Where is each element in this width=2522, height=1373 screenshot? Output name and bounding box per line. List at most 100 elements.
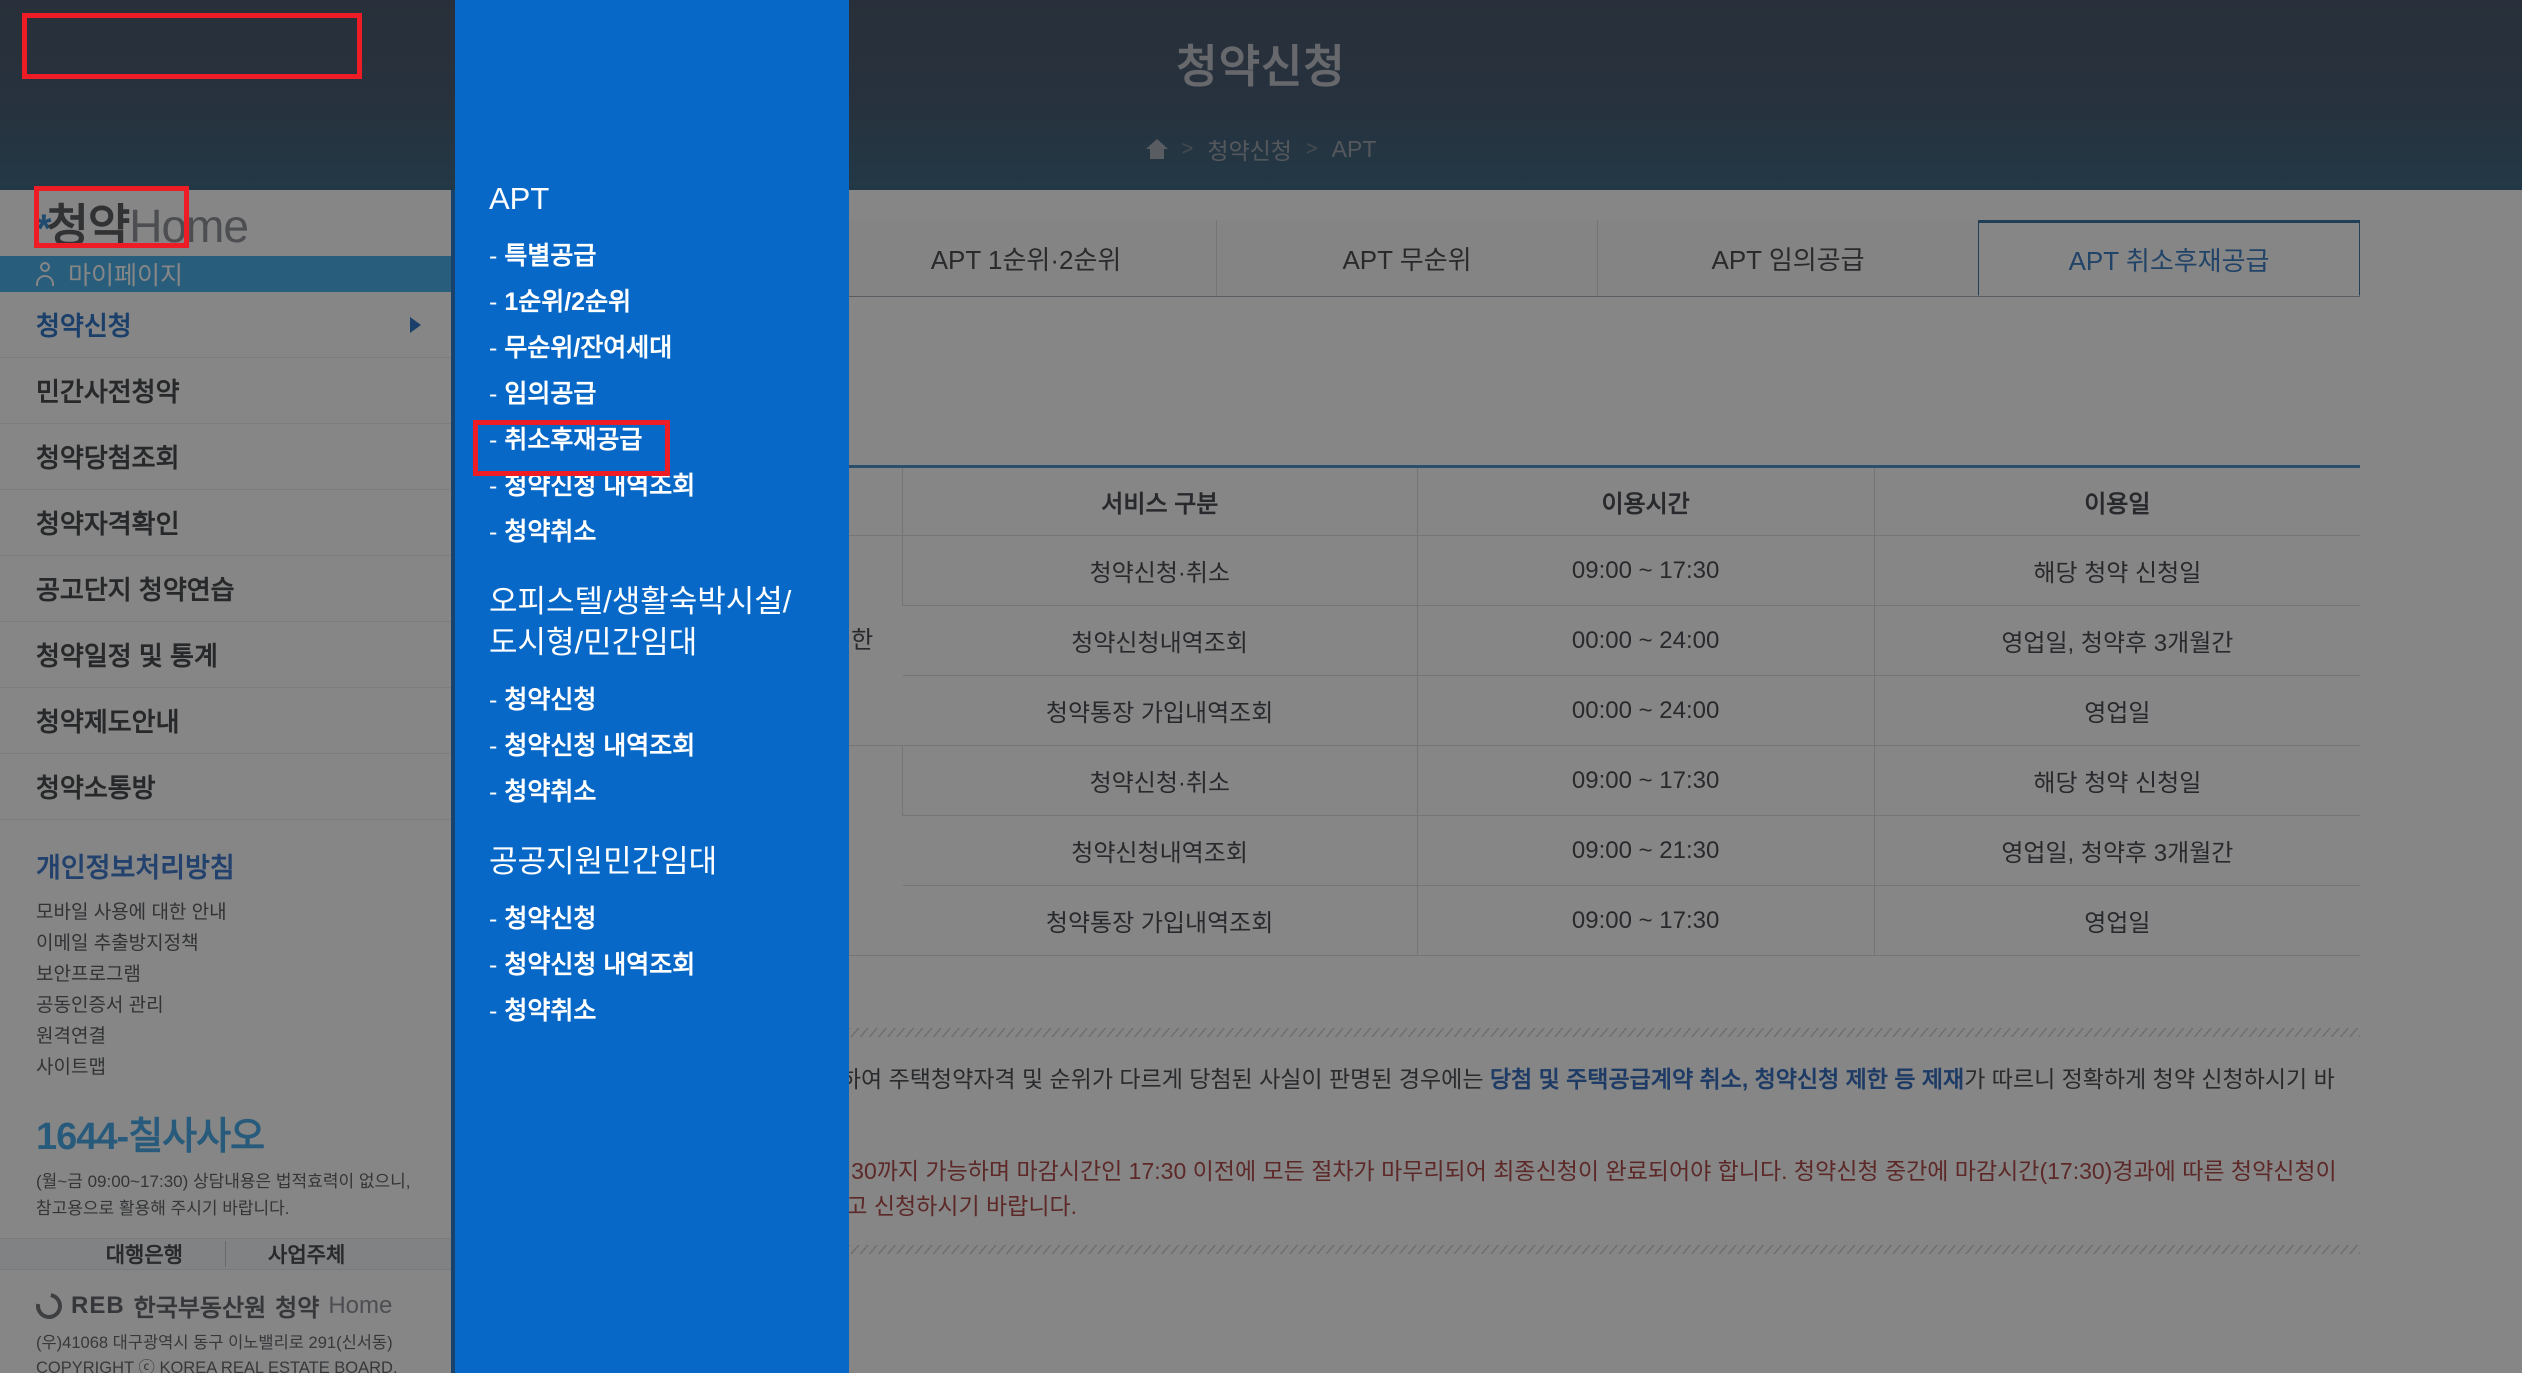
flyout-group-apt: APT -특별공급 -1순위/2순위 -무순위/잔여세대 -임의공급 -취소후재…	[489, 178, 849, 555]
cell-time: 09:00 ~ 17:30	[1417, 536, 1874, 606]
sidebar-item-jedo-annae[interactable]: 청약제도안내	[0, 688, 451, 754]
flyout-item-cheongyakchwiso[interactable]: -청약취소	[489, 509, 849, 555]
logo-area[interactable]: * 청약 Home	[0, 190, 451, 256]
tab-label: APT 임의공급	[1712, 240, 1865, 277]
flyout-group-officetel: 오피스텔/생활숙박시설/ 도시형/민간임대 -청약신청 -청약신청 내역조회 -…	[489, 581, 849, 815]
flyout-group-title: 오피스텔/생활숙박시설/ 도시형/민간임대	[489, 581, 849, 663]
cell-service: 청약신청·취소	[903, 536, 1417, 606]
policy-link-email[interactable]: 이메일 추출방지정책	[36, 928, 451, 959]
flyout-item-chwisohujaegonggeup[interactable]: -취소후재공급	[489, 417, 849, 463]
flyout-item-teukbyeolgonggeup[interactable]: -특별공급	[489, 233, 849, 279]
tel-block: 1644-칠사사오 (월~금 09:00~17:30) 상담내용은 법적효력이 …	[0, 1083, 451, 1222]
cell-day: 영업일, 청약후 3개월간	[1874, 606, 2360, 676]
cell-time: 00:00 ~ 24:00	[1417, 606, 1874, 676]
flyout-item-gonggong-chwiso[interactable]: -청약취소	[489, 988, 849, 1034]
cell-time: 09:00 ~ 17:30	[1417, 886, 1874, 956]
sidebar-item-dangcheom-johoe[interactable]: 청약당첨조회	[0, 424, 451, 490]
sidebar-item-label: 청약소통방	[36, 768, 156, 805]
flyout-item-gonggong-sincheong[interactable]: -청약신청	[489, 896, 849, 942]
flyout-item-gonggong-naeyeokjohoe[interactable]: -청약신청 내역조회	[489, 942, 849, 988]
cell-service: 청약신청내역조회	[903, 816, 1417, 886]
policy-block: 개인정보처리방침 모바일 사용에 대한 안내 이메일 추출방지정책 보안프로그램…	[0, 820, 451, 1083]
flyout-item-label: 청약신청 내역조회	[504, 472, 695, 500]
tab-apt-imuigonggeup[interactable]: APT 임의공급	[1597, 220, 1978, 296]
privacy-policy-link[interactable]: 개인정보처리방침	[36, 846, 451, 885]
tab-daehaeng-eunhaeng[interactable]: 대행은행	[64, 1239, 225, 1269]
dash: -	[489, 380, 497, 408]
page: 청약신청 > 청약신청 > APT * 청약 Home	[0, 0, 2522, 1373]
policy-link-mobile[interactable]: 모바일 사용에 대한 안내	[36, 897, 451, 928]
dash: -	[489, 426, 497, 454]
breadcrumb-separator: >	[1306, 138, 1318, 161]
policy-link-security[interactable]: 보안프로그램	[36, 959, 451, 990]
sidebar-item-sotongbang[interactable]: 청약소통방	[0, 754, 451, 820]
sidebar-item-label: 청약일정 및 통계	[36, 636, 218, 673]
breadcrumb-separator: >	[1182, 138, 1194, 161]
flyout-item-musunwi-janyeosedae[interactable]: -무순위/잔여세대	[489, 325, 849, 371]
page-title: 청약신청	[0, 30, 2522, 95]
support-phone-number: 1644-칠사사오	[36, 1105, 451, 1160]
flyout-group-title: 공공지원민간임대	[489, 841, 849, 882]
reb-brand-ko: 청약	[275, 1288, 319, 1323]
site-logo[interactable]: * 청약 Home	[36, 190, 248, 256]
sidebar-item-label: 공고단지 청약연습	[36, 570, 235, 607]
flyout-item-label: 청약신청	[504, 905, 596, 933]
reb-word: REB	[71, 1292, 125, 1320]
reb-logo: REB 한국부동산원 청약 Home	[36, 1288, 451, 1323]
breadcrumb-item-1[interactable]: 청약신청	[1207, 132, 1292, 166]
flyout-item-label: 청약취소	[504, 997, 596, 1025]
column-header-day: 이용일	[1874, 467, 2360, 536]
tel-prefix: 1644-	[36, 1116, 128, 1158]
dash: -	[489, 518, 497, 546]
sidebar-item-gonggo-yeonseup[interactable]: 공고단지 청약연습	[0, 556, 451, 622]
cell-service: 청약통장 가입내역조회	[903, 886, 1417, 956]
sidebar-item-label: 청약신청	[36, 306, 132, 343]
flyout-item-officetel-sincheong[interactable]: -청약신청	[489, 677, 849, 723]
reb-org-name: 한국부동산원	[134, 1288, 266, 1323]
policy-link-remote[interactable]: 원격연결	[36, 1021, 451, 1052]
policy-link-certificate[interactable]: 공동인증서 관리	[36, 990, 451, 1021]
sidebar-item-mypage[interactable]: 마이페이지	[0, 256, 451, 292]
sidebar-item-label: 청약제도안내	[36, 702, 180, 739]
sidebar-footer: REB 한국부동산원 청약 Home (우)41068 대구광역시 동구 이노밸리…	[0, 1270, 451, 1373]
sidebar-item-cheongyak-sincheong[interactable]: 청약신청	[0, 292, 451, 358]
dash: -	[489, 242, 497, 270]
tab-saeop-juche[interactable]: 사업주체	[226, 1239, 387, 1269]
flyout-item-label: 청약신청 내역조회	[504, 951, 695, 979]
logo-ko: 청약	[47, 190, 130, 256]
flyout-item-naeyeokjohoe[interactable]: -청약신청 내역조회	[489, 463, 849, 509]
dash: -	[489, 951, 497, 979]
sidebar-item-jagyeok-hwagin[interactable]: 청약자격확인	[0, 490, 451, 556]
flyout-item-imuigonggeup[interactable]: -임의공급	[489, 371, 849, 417]
dash: -	[489, 997, 497, 1025]
tab-apt-chwisohujaegonggeup[interactable]: APT 취소후재공급	[1978, 220, 2360, 296]
breadcrumb: > 청약신청 > APT	[0, 132, 2522, 166]
notice-p1-highlight: 당첨 및 주택공급계약 취소, 청약신청 제한 등 제재	[1490, 1066, 1964, 1092]
flyout-item-label: 청약취소	[504, 518, 596, 546]
sidebar-item-mingan-sajeon[interactable]: 민간사전청약	[0, 358, 451, 424]
cell-time: 09:00 ~ 17:30	[1417, 746, 1874, 816]
tab-apt-musunwi[interactable]: APT 무순위	[1216, 220, 1597, 296]
flyout-item-label: 1순위/2순위	[504, 288, 631, 316]
home-icon[interactable]	[1146, 139, 1168, 159]
flyout-submenu: APT -특별공급 -1순위/2순위 -무순위/잔여세대 -임의공급 -취소후재…	[455, 0, 849, 1373]
cell-service: 청약통장 가입내역조회	[903, 676, 1417, 746]
dash: -	[489, 334, 497, 362]
tab-apt-1sunwi-2sunwi[interactable]: APT 1순위·2순위	[835, 220, 1216, 296]
flyout-item-1sunwi-2sunwi[interactable]: -1순위/2순위	[489, 279, 849, 325]
flyout-item-officetel-naeyeokjohoe[interactable]: -청약신청 내역조회	[489, 723, 849, 769]
sidebar-item-iljeong-tonggye[interactable]: 청약일정 및 통계	[0, 622, 451, 688]
cell-day: 영업일, 청약후 3개월간	[1874, 816, 2360, 886]
dash: -	[489, 472, 497, 500]
page-header: 청약신청 > 청약신청 > APT	[0, 0, 2522, 190]
flyout-item-label: 특별공급	[504, 242, 596, 270]
reb-brand-en: Home	[328, 1292, 392, 1320]
flyout-item-officetel-chwiso[interactable]: -청약취소	[489, 769, 849, 815]
cell-day: 영업일	[1874, 886, 2360, 956]
cell-time: 09:00 ~ 21:30	[1417, 816, 1874, 886]
support-hours-note: (월~금 09:00~17:30) 상담내용은 법적효력이 없으니, 참고용으로…	[36, 1168, 416, 1222]
footer-address: (우)41068 대구광역시 동구 이노밸리로 291(신서동)	[36, 1331, 451, 1356]
policy-link-sitemap[interactable]: 사이트맵	[36, 1052, 451, 1083]
breadcrumb-item-2[interactable]: APT	[1332, 136, 1377, 163]
person-icon	[36, 262, 54, 286]
